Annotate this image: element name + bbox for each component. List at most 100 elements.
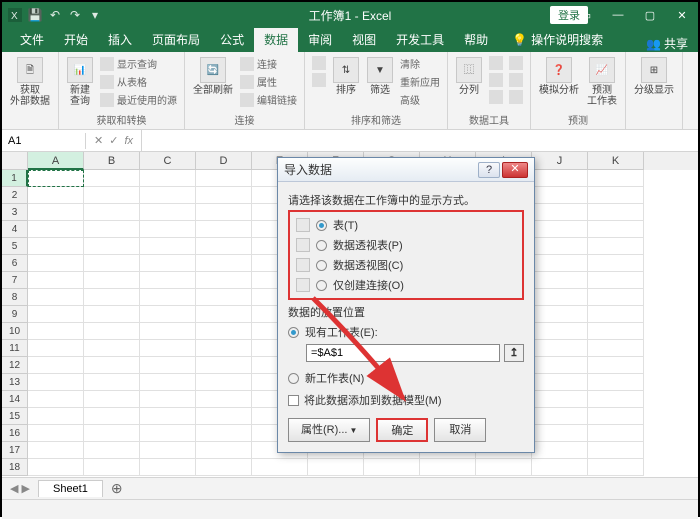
row-header-15[interactable]: 15 — [2, 408, 28, 425]
share-button[interactable]: 👥 共享 — [646, 35, 688, 52]
dialog-close-button[interactable]: ✕ — [502, 162, 528, 178]
cell[interactable] — [28, 408, 84, 425]
cell[interactable] — [140, 238, 196, 255]
cell[interactable] — [28, 238, 84, 255]
tab-insert[interactable]: 插入 — [98, 27, 142, 52]
row-header-3[interactable]: 3 — [2, 204, 28, 221]
cell[interactable] — [140, 374, 196, 391]
cell[interactable] — [140, 459, 196, 476]
properties-button[interactable]: 属性 — [239, 73, 298, 90]
cell[interactable] — [532, 323, 588, 340]
refresh-all-button[interactable]: 🔄 全部刷新 — [191, 55, 235, 98]
cell[interactable] — [196, 204, 252, 221]
cell[interactable] — [140, 272, 196, 289]
radio-pivot-chart[interactable] — [316, 260, 327, 271]
cell[interactable] — [28, 323, 84, 340]
consolidate-button[interactable] — [508, 55, 524, 71]
cell[interactable] — [588, 187, 644, 204]
cell[interactable] — [196, 187, 252, 204]
cell[interactable] — [196, 391, 252, 408]
option-connection-only[interactable]: 仅创建连接(O) — [296, 275, 516, 295]
cell[interactable] — [84, 204, 140, 221]
cell[interactable] — [28, 306, 84, 323]
advanced-button[interactable]: 高级 — [399, 91, 441, 108]
formula-input[interactable] — [142, 139, 698, 143]
cancel-formula-icon[interactable]: ✕ — [94, 134, 103, 147]
cell[interactable] — [588, 272, 644, 289]
cell[interactable] — [28, 187, 84, 204]
col-header-C[interactable]: C — [140, 152, 196, 170]
add-to-model-row[interactable]: 将此数据添加到数据模型(M) — [288, 392, 524, 408]
cell[interactable] — [196, 340, 252, 357]
cell[interactable] — [532, 204, 588, 221]
relationships-button[interactable] — [508, 72, 524, 88]
cell[interactable] — [84, 306, 140, 323]
cell[interactable] — [28, 374, 84, 391]
cell[interactable] — [196, 221, 252, 238]
sheet-nav[interactable]: ◀ ▶ — [2, 482, 38, 495]
cell[interactable] — [28, 255, 84, 272]
cell[interactable] — [532, 340, 588, 357]
cell[interactable] — [252, 459, 308, 476]
row-header-4[interactable]: 4 — [2, 221, 28, 238]
option-existing-worksheet[interactable]: 现有工作表(E): — [288, 322, 524, 342]
radio-existing-ws[interactable] — [288, 327, 299, 338]
cell[interactable] — [196, 459, 252, 476]
outline-button[interactable]: ⊞ 分级显示 — [632, 55, 676, 98]
cell[interactable] — [140, 442, 196, 459]
cancel-button[interactable]: 取消 — [434, 418, 486, 442]
cell[interactable] — [588, 408, 644, 425]
cell[interactable] — [140, 204, 196, 221]
cell[interactable] — [84, 374, 140, 391]
manage-model-button[interactable] — [508, 89, 524, 105]
sheet-tab-1[interactable]: Sheet1 — [38, 480, 103, 497]
row-header-17[interactable]: 17 — [2, 442, 28, 459]
data-validation-button[interactable] — [488, 89, 504, 105]
cell[interactable] — [196, 272, 252, 289]
tab-view[interactable]: 视图 — [342, 27, 386, 52]
cell[interactable] — [84, 272, 140, 289]
edit-links-button[interactable]: 编辑链接 — [239, 91, 298, 108]
checkbox-add-to-model[interactable] — [288, 395, 299, 406]
cell[interactable] — [532, 272, 588, 289]
row-header-10[interactable]: 10 — [2, 323, 28, 340]
cell[interactable] — [84, 187, 140, 204]
col-header-K[interactable]: K — [588, 152, 644, 170]
sort-desc-button[interactable] — [311, 72, 327, 88]
row-header-16[interactable]: 16 — [2, 425, 28, 442]
radio-connection-only[interactable] — [316, 280, 327, 291]
cell[interactable] — [588, 221, 644, 238]
cell[interactable] — [140, 323, 196, 340]
radio-table[interactable] — [316, 220, 327, 231]
cell[interactable] — [28, 221, 84, 238]
cell[interactable] — [140, 340, 196, 357]
col-header-B[interactable]: B — [84, 152, 140, 170]
cell[interactable] — [84, 408, 140, 425]
cell[interactable] — [308, 459, 364, 476]
row-header-5[interactable]: 5 — [2, 238, 28, 255]
cell[interactable] — [532, 289, 588, 306]
cell[interactable] — [588, 238, 644, 255]
cell[interactable] — [140, 289, 196, 306]
cell[interactable] — [364, 459, 420, 476]
cell[interactable] — [532, 425, 588, 442]
cell[interactable] — [420, 459, 476, 476]
cell[interactable] — [140, 255, 196, 272]
cell[interactable] — [84, 459, 140, 476]
option-pivot-chart[interactable]: 数据透视图(C) — [296, 255, 516, 275]
close-window-button[interactable]: ✕ — [666, 2, 698, 28]
flash-fill-button[interactable] — [488, 55, 504, 71]
cell[interactable] — [140, 391, 196, 408]
cell[interactable] — [84, 289, 140, 306]
tell-me-search[interactable]: 💡 操作说明搜索 — [504, 27, 611, 52]
tab-developer[interactable]: 开发工具 — [386, 27, 454, 52]
cell[interactable] — [140, 221, 196, 238]
option-pivot-table[interactable]: 数据透视表(P) — [296, 235, 516, 255]
select-all-corner[interactable] — [2, 152, 28, 170]
tab-help[interactable]: 帮助 — [454, 27, 498, 52]
cell[interactable] — [84, 238, 140, 255]
cell[interactable] — [84, 221, 140, 238]
filter-button[interactable]: ▼ 筛选 — [365, 55, 395, 98]
cell[interactable] — [588, 323, 644, 340]
cell[interactable] — [532, 408, 588, 425]
